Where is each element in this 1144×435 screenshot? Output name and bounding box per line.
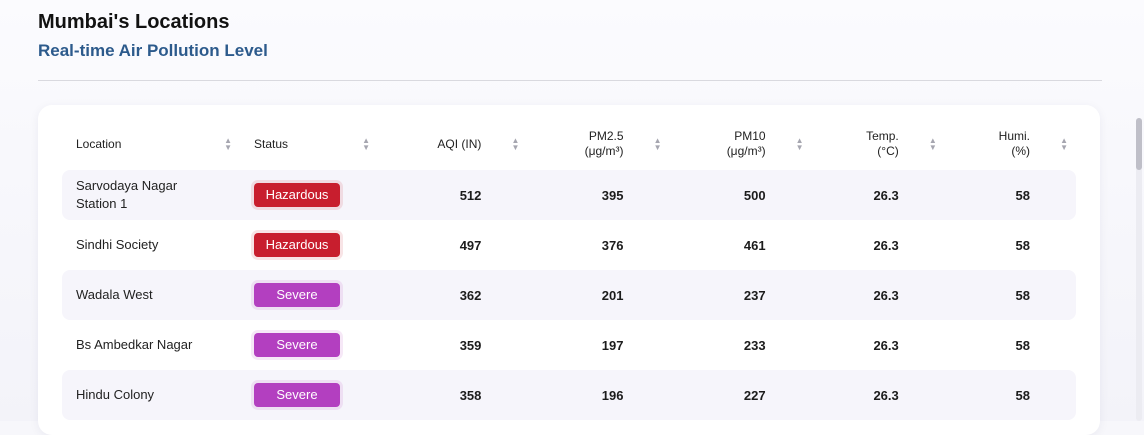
temp-cell: 26.3 — [873, 337, 899, 353]
column-header-pm10[interactable]: PM10 (μg/m³) ▲ ▼ — [670, 118, 812, 170]
column-header-unit: (°C) — [877, 144, 899, 158]
page-header: Mumbai's Locations Real-time Air Polluti… — [38, 10, 268, 62]
pm10-cell: 233 — [743, 337, 766, 353]
status-cell: Hazardous — [240, 220, 378, 270]
header-divider — [38, 80, 1102, 81]
table-row[interactable]: Wadala West Severe 362 201 237 26.3 58 — [62, 270, 1076, 320]
column-header-label: PM10 — [734, 129, 766, 143]
humidity-cell: 58 — [944, 270, 1076, 320]
sort-icon[interactable]: ▲ ▼ — [362, 137, 370, 152]
pm10-cell: 237 — [669, 270, 812, 320]
status-cell: Severe — [240, 320, 378, 370]
column-header-label: Status — [254, 136, 289, 151]
pm25-cell: 197 — [601, 337, 624, 353]
aqi-cell: 512 — [378, 170, 528, 220]
column-header-pm25[interactable]: PM2.5 (μg/m³) ▲ ▼ — [527, 118, 669, 170]
humidity-cell: 58 — [944, 370, 1076, 420]
column-header-unit: (μg/m³) — [584, 144, 624, 158]
sort-icon[interactable]: ▲ ▼ — [654, 137, 662, 152]
table-header-row: Location ▲ ▼ Status ▲ ▼ AQI (IN) ▲ ▼ PM2.5(… — [62, 118, 1076, 170]
sort-icon[interactable]: ▲ ▼ — [224, 137, 232, 152]
pm10-cell: 227 — [669, 370, 812, 420]
column-header-temp[interactable]: Temp. (°C) ▲ ▼ — [812, 118, 945, 170]
scrollbar-thumb[interactable] — [1136, 118, 1142, 170]
location-name: Sindhi Society — [76, 237, 159, 252]
column-header-label: PM2.5 — [588, 129, 624, 143]
column-header-label: Humi. — [998, 129, 1030, 143]
column-header-status[interactable]: Status ▲ ▼ — [240, 118, 378, 170]
temp-cell: 26.3 — [811, 370, 945, 420]
humidity-cell: 58 — [1015, 337, 1030, 353]
location-name-cont: Station 1 — [76, 196, 128, 211]
status-badge: Severe — [254, 383, 340, 407]
location-cell[interactable]: Hindu Colony — [62, 370, 240, 420]
temp-cell: 26.3 — [811, 170, 945, 220]
status-badge: Severe — [254, 333, 340, 357]
aqi-table: Location ▲ ▼ Status ▲ ▼ AQI (IN) ▲ ▼ PM2.5(… — [62, 118, 1076, 420]
location-name: Wadala West — [76, 287, 153, 302]
temp-cell: 26.3 — [873, 237, 899, 253]
column-header-label: Location — [76, 136, 122, 151]
column-header-aqi[interactable]: AQI (IN) ▲ ▼ — [378, 118, 527, 170]
table-row[interactable]: Hindu Colony Severe 358 196 227 26.3 58 — [62, 370, 1076, 420]
page-title: Mumbai's Locations — [38, 11, 230, 33]
table-row[interactable]: Bs Ambedkar Nagar Severe 359 197 233 26.… — [62, 320, 1076, 370]
temp-cell: 26.3 — [811, 270, 945, 320]
humidity-cell: 58 — [1015, 237, 1030, 253]
status-cell: Severe — [240, 370, 378, 420]
table-row[interactable]: Sarvodaya Nagar Station 1 Hazardous 512 3… — [62, 170, 1076, 220]
sort-icon[interactable]: ▲ ▼ — [796, 137, 804, 152]
sort-icon[interactable]: ▲ ▼ — [929, 137, 937, 152]
table-scrollbar[interactable] — [1136, 118, 1142, 421]
status-badge: Hazardous — [254, 183, 340, 207]
status-cell: Hazardous — [240, 170, 378, 220]
aqi-cell: 497 — [459, 237, 482, 253]
location-cell[interactable]: Wadala West — [62, 270, 240, 320]
column-header-unit: (%) — [1011, 144, 1030, 158]
pm25-cell: 395 — [527, 170, 670, 220]
column-header-unit: (μg/m³) — [726, 144, 766, 158]
sort-icon[interactable]: ▲ ▼ — [511, 137, 519, 152]
column-header-label: Temp. — [866, 129, 899, 143]
location-name: Bs Ambedkar Nagar — [76, 337, 193, 352]
aqi-cell: 359 — [459, 337, 482, 353]
column-header-location[interactable]: Location ▲ ▼ — [62, 118, 240, 170]
status-badge: Hazardous — [254, 233, 340, 257]
humidity-cell: 58 — [944, 170, 1076, 220]
pm25-cell: 376 — [601, 237, 624, 253]
sort-icon[interactable]: ▲ ▼ — [1060, 137, 1068, 152]
aqi-cell: 358 — [378, 370, 528, 420]
pm10-cell: 461 — [743, 237, 766, 253]
location-cell[interactable]: Sindhi Society — [62, 220, 240, 270]
pm25-cell: 201 — [527, 270, 670, 320]
location-cell[interactable]: Sarvodaya Nagar Station 1 — [62, 170, 240, 220]
status-cell: Severe — [240, 270, 378, 320]
column-header-label: AQI (IN) — [437, 136, 482, 151]
table-row[interactable]: Sindhi Society Hazardous 497 376 461 26.… — [62, 220, 1076, 270]
location-cell[interactable]: Bs Ambedkar Nagar — [62, 320, 240, 370]
status-badge: Severe — [254, 283, 340, 307]
page-subtitle: Real-time Air Pollution Level — [38, 41, 268, 60]
location-name: Hindu Colony — [76, 387, 155, 402]
column-header-humidity[interactable]: Humi. (%) ▲ ▼ — [945, 118, 1076, 170]
aqi-cell: 362 — [378, 270, 528, 320]
pm10-cell: 500 — [669, 170, 812, 220]
pm25-cell: 196 — [527, 370, 670, 420]
location-name: Sarvodaya Nagar — [76, 178, 178, 193]
